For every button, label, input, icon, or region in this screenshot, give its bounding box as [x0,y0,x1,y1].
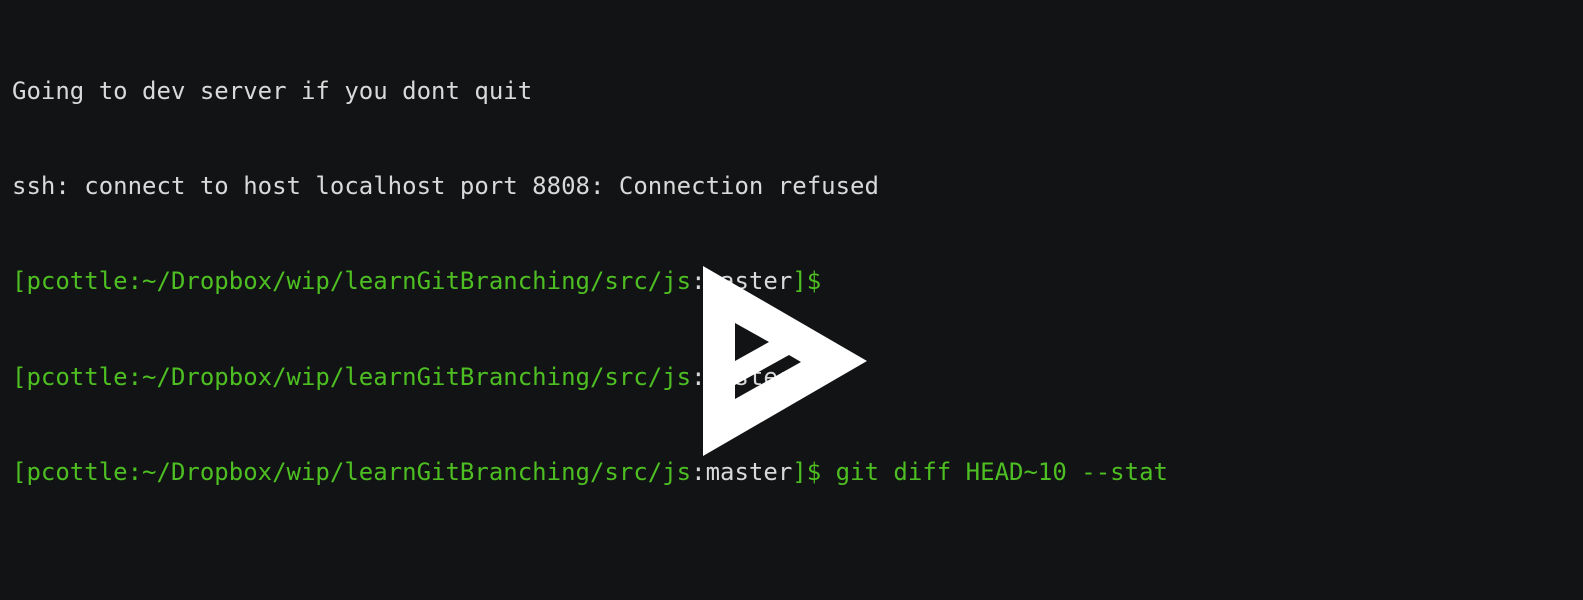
terminal-line: ssh: connect to host localhost port 8808… [12,171,1571,203]
output-text: Going to dev server if you dont quit [12,76,533,105]
command-text: git diff HEAD~10 --stat [821,458,1168,487]
asciinema-play-icon [703,265,867,456]
prompt-path: [pcottle:~/Dropbox/wip/learnGitBranching… [12,267,692,296]
output-text: ssh: connect to host localhost port 8808… [12,171,879,200]
terminal-line: Going to dev server if you dont quit [12,76,1571,108]
prompt-path: [pcottle:~/Dropbox/wip/learnGitBranching… [12,362,692,391]
prompt-path: [pcottle:~/Dropbox/wip/learnGitBranching… [12,458,692,487]
terminal-window: Going to dev server if you dont quit ssh… [0,0,1583,600]
play-button[interactable] [703,202,867,456]
